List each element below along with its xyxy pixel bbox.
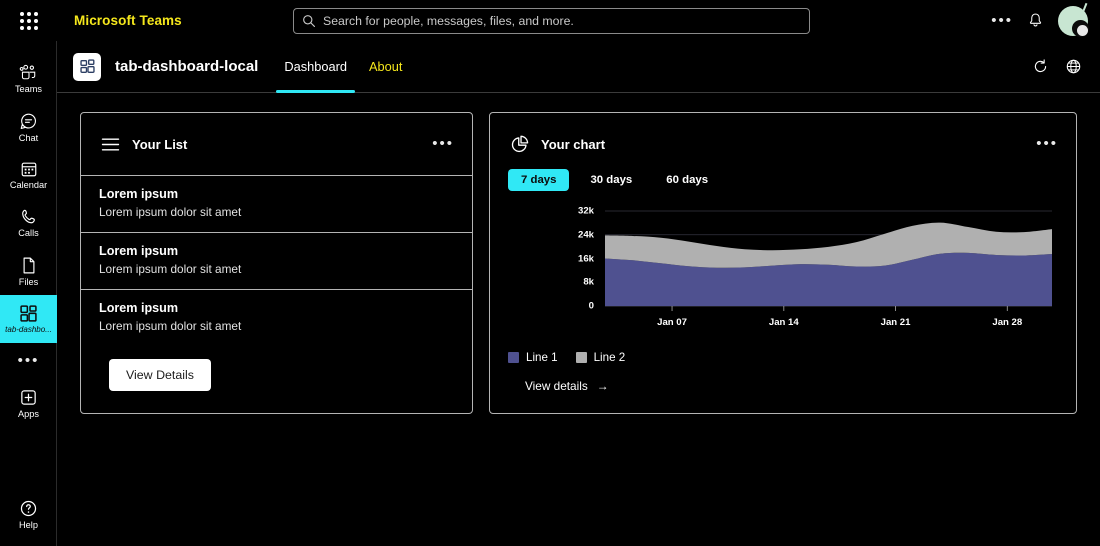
bell-icon[interactable] xyxy=(1027,12,1044,29)
top-more-menu-button[interactable]: ••• xyxy=(991,13,1013,28)
sidebar-item-label: Calendar xyxy=(9,180,48,190)
arrow-right-icon: → xyxy=(596,379,609,393)
page-title: tab-dashboard-local xyxy=(115,58,259,75)
list-item[interactable]: Lorem ipsum Lorem ipsum dolor sit amet xyxy=(81,233,472,289)
teams-icon xyxy=(19,64,35,80)
chart-legend: Line 1 Line 2 xyxy=(490,351,1076,364)
dashboard-icon xyxy=(20,304,37,322)
sidebar-item-label: tab-dashbo... xyxy=(5,324,52,334)
avatar-status-badge xyxy=(1077,24,1088,36)
left-nav-rail: Teams Chat Calendar Calls Files tab-dash… xyxy=(0,41,57,546)
your-list-card: Your List ••• Lorem ipsum Lorem ipsum do… xyxy=(80,112,473,414)
list-item[interactable]: Lorem ipsum Lorem ipsum dolor sit amet xyxy=(81,176,472,232)
apps-plus-icon xyxy=(21,389,36,405)
chart-card-more-menu[interactable]: ••• xyxy=(1036,136,1058,151)
sidebar-item-teams[interactable]: Teams xyxy=(0,55,57,103)
view-details-button[interactable]: View Details xyxy=(109,359,211,391)
list-card-more-menu[interactable]: ••• xyxy=(432,136,454,151)
your-chart-card: Your chart ••• 7 days 30 days 60 days 32… xyxy=(489,112,1077,414)
sidebar-item-chat[interactable]: Chat xyxy=(0,103,57,151)
chart-card-header: Your chart ••• xyxy=(490,113,1076,175)
range-tab-30-days[interactable]: 30 days xyxy=(577,169,645,191)
chat-icon xyxy=(20,113,36,129)
list-card-title: Your List xyxy=(132,136,188,152)
user-avatar[interactable] xyxy=(1058,2,1089,37)
list-item-title: Lorem ipsum xyxy=(99,301,179,315)
sidebar-item-calendar[interactable]: Calendar xyxy=(0,151,57,199)
sidebar-item-label: Apps xyxy=(18,408,39,419)
legend-label: Line 2 xyxy=(593,351,626,364)
search-icon xyxy=(303,15,315,27)
area-chart: 32k 24k 16k 8k 0 Jan 07 Jan 14 Jan 21 Jan 28 xyxy=(490,203,1076,343)
chart-range-tabs: 7 days 30 days 60 days xyxy=(490,169,1076,191)
top-bar: Microsoft Teams Search for people, messa… xyxy=(0,0,1100,41)
list-item-subtitle: Lorem ipsum dolor sit amet xyxy=(99,262,242,276)
list-item[interactable]: Lorem ipsum Lorem ipsum dolor sit amet xyxy=(81,290,472,346)
list-lines-icon xyxy=(99,133,121,155)
sidebar-bottom-group: Help xyxy=(0,490,57,538)
sidebar-item-label: Chat xyxy=(18,132,39,143)
tab-about[interactable]: About xyxy=(361,41,410,93)
x-axis-tick-label: Jan 28 xyxy=(992,317,1023,328)
app-launcher-grid-icon[interactable] xyxy=(14,0,44,41)
legend-label: Line 1 xyxy=(526,351,558,364)
list-item-title: Lorem ipsum xyxy=(99,187,179,201)
legend-item-line-2[interactable]: Line 2 xyxy=(575,351,626,364)
help-question-icon xyxy=(20,500,37,516)
range-tab-7-days[interactable]: 7 days xyxy=(508,169,570,191)
x-axis-tick-label: Jan 07 xyxy=(657,317,687,328)
sidebar-item-files[interactable]: Files xyxy=(0,247,57,295)
sidebar-item-help[interactable]: Help xyxy=(0,490,57,538)
chart-card-title: Your chart xyxy=(541,136,606,152)
pie-chart-icon xyxy=(508,133,530,155)
sidebar-item-label: Teams xyxy=(14,84,43,94)
app-header-actions xyxy=(1032,58,1082,75)
list-item-title: Lorem ipsum xyxy=(99,244,179,258)
refresh-icon[interactable] xyxy=(1032,58,1049,75)
sidebar-item-label: Calls xyxy=(18,228,39,238)
legend-swatch xyxy=(575,352,587,363)
chart-view-details-label: View details xyxy=(525,379,588,393)
sidebar-item-calls[interactable]: Calls xyxy=(0,199,57,247)
sidebar-item-tab-dashboard[interactable]: tab-dashbo... xyxy=(0,295,57,343)
tab-dashboard[interactable]: Dashboard xyxy=(276,41,355,93)
range-tab-60-days[interactable]: 60 days xyxy=(653,169,721,191)
top-bar-actions: ••• xyxy=(991,0,1090,41)
avatar-antenna xyxy=(1082,2,1088,11)
files-icon xyxy=(23,257,34,273)
sidebar-more-button[interactable]: ••• xyxy=(0,343,57,379)
globe-icon[interactable] xyxy=(1065,58,1082,75)
chart-plot xyxy=(605,210,1052,311)
app-header: tab-dashboard-local Dashboard About xyxy=(57,41,1100,93)
calendar-icon xyxy=(21,162,36,177)
brand-title: Microsoft Teams xyxy=(74,13,182,28)
chart-view-details-link[interactable]: View details → xyxy=(525,379,609,393)
sidebar-item-label: Help xyxy=(19,519,38,530)
dashboard-app-icon xyxy=(73,52,101,81)
calls-icon xyxy=(21,209,35,224)
list-item-subtitle: Lorem ipsum dolor sit amet xyxy=(99,205,242,219)
sidebar-item-label: Files xyxy=(18,276,39,287)
list-card-header: Your List ••• xyxy=(81,113,472,175)
sidebar-item-apps[interactable]: Apps xyxy=(0,379,57,427)
search-bar[interactable]: Search for people, messages, files, and … xyxy=(293,8,810,34)
list-item-subtitle: Lorem ipsum dolor sit amet xyxy=(99,319,242,333)
dashboard-content: Your List ••• Lorem ipsum Lorem ipsum do… xyxy=(57,93,1100,546)
search-input[interactable]: Search for people, messages, files, and … xyxy=(323,14,574,28)
legend-item-line-1[interactable]: Line 1 xyxy=(508,351,558,364)
x-axis-tick-label: Jan 14 xyxy=(768,317,799,328)
x-axis-tick-label: Jan 21 xyxy=(880,317,911,328)
legend-swatch xyxy=(508,352,519,363)
app-tabs: Dashboard About xyxy=(276,41,410,93)
